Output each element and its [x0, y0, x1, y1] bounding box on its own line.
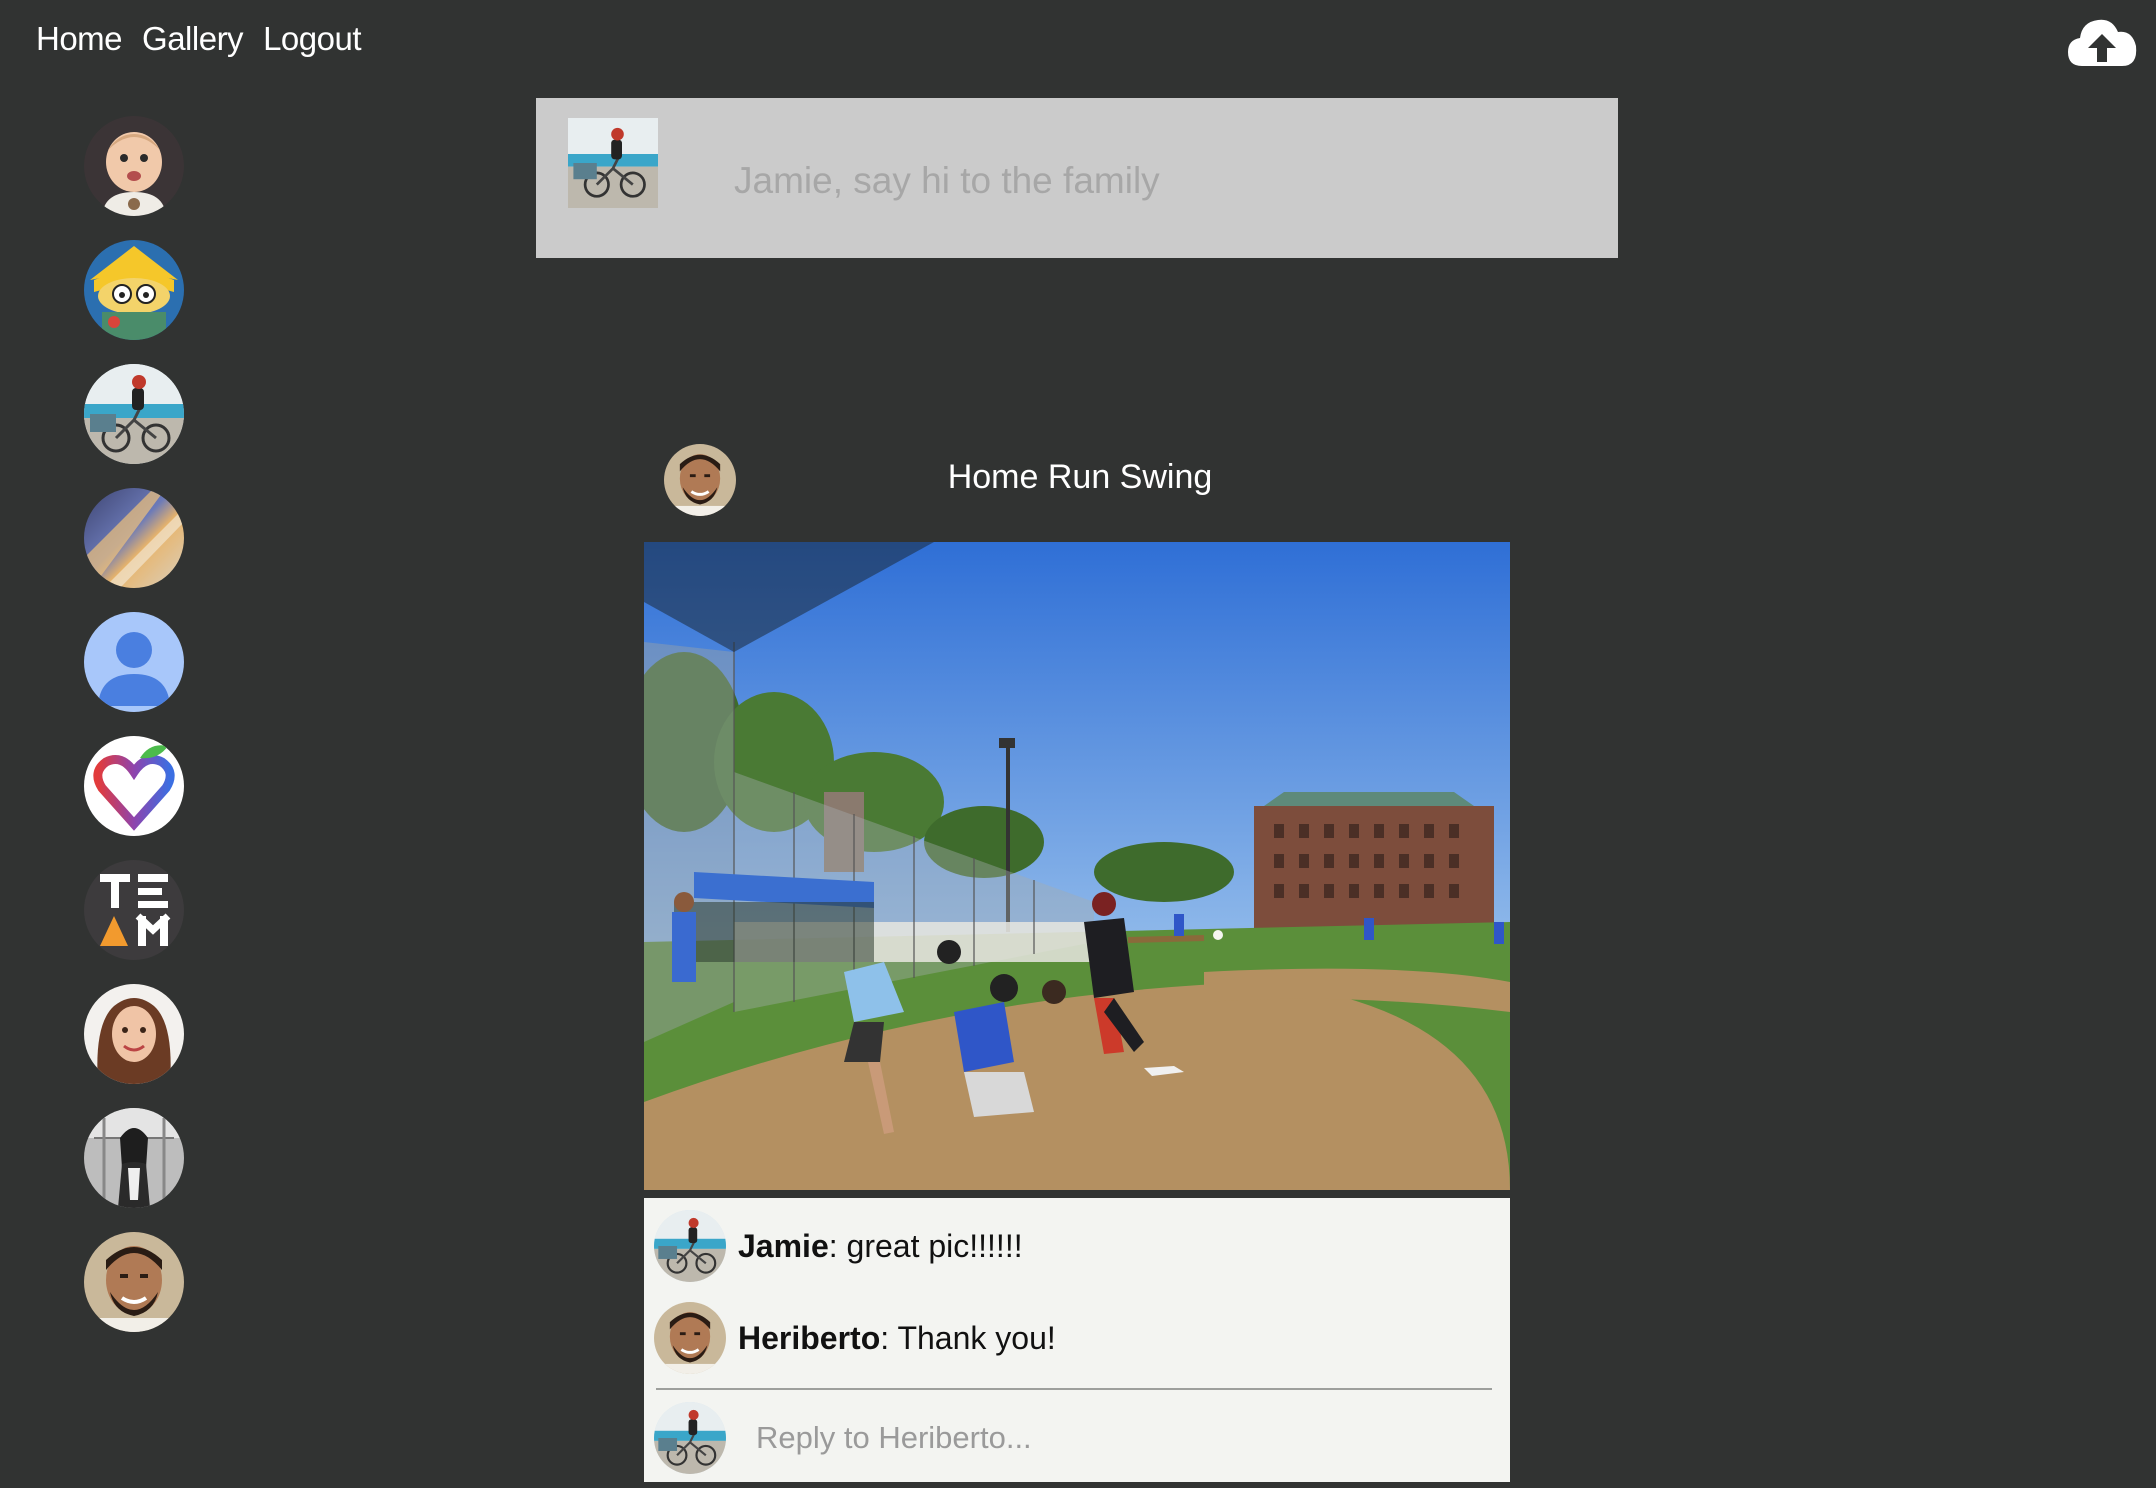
cloud-upload-icon [2068, 19, 2137, 66]
cyclist-avatar[interactable] [84, 364, 184, 464]
woman-avatar[interactable] [84, 984, 184, 1084]
commenter-name[interactable]: Jamie [738, 1228, 829, 1264]
upload-button[interactable] [2066, 14, 2138, 74]
nav-logout-link[interactable]: Logout [263, 20, 361, 58]
reply-row [654, 1402, 1498, 1474]
default-user-avatar[interactable] [84, 612, 184, 712]
commenter-avatar[interactable] [654, 1302, 726, 1374]
comment-item: Jamie: great pic!!!!!! [654, 1210, 1023, 1282]
comment-text: Heriberto: Thank you! [738, 1320, 1056, 1357]
comment-body: : Thank you! [880, 1319, 1056, 1356]
comment-body: : great pic!!!!!! [828, 1227, 1023, 1264]
commenter-avatar[interactable] [654, 1210, 726, 1282]
apple-heart-avatar[interactable] [84, 736, 184, 836]
reply-input[interactable] [754, 1409, 1498, 1467]
composer-user-thumbnail [568, 118, 658, 208]
cartoon-avatar[interactable] [84, 240, 184, 340]
comment-item: Heriberto: Thank you! [654, 1302, 1056, 1374]
post-photo[interactable] [644, 542, 1510, 1190]
bw-portrait-avatar[interactable] [84, 1108, 184, 1208]
abstract-avatar[interactable] [84, 488, 184, 588]
reply-user-avatar [654, 1402, 726, 1474]
nav-home-link[interactable]: Home [36, 20, 123, 58]
commenter-name[interactable]: Heriberto [738, 1320, 880, 1356]
nav-gallery-link[interactable]: Gallery [142, 20, 244, 58]
heriberto-avatar[interactable] [84, 1232, 184, 1332]
comment-text: Jamie: great pic!!!!!! [738, 1228, 1023, 1265]
baby-avatar[interactable] [84, 116, 184, 216]
team-logo-avatar[interactable] [84, 860, 184, 960]
comments-panel: Jamie: great pic!!!!!! Heriberto: Thank … [644, 1198, 1510, 1482]
top-nav: Home Gallery Logout [36, 20, 361, 58]
post-composer [536, 98, 1618, 258]
family-sidebar [84, 116, 184, 1356]
comments-divider [656, 1388, 1492, 1390]
composer-input[interactable] [732, 150, 1556, 212]
post-title: Home Run Swing [947, 458, 1213, 496]
